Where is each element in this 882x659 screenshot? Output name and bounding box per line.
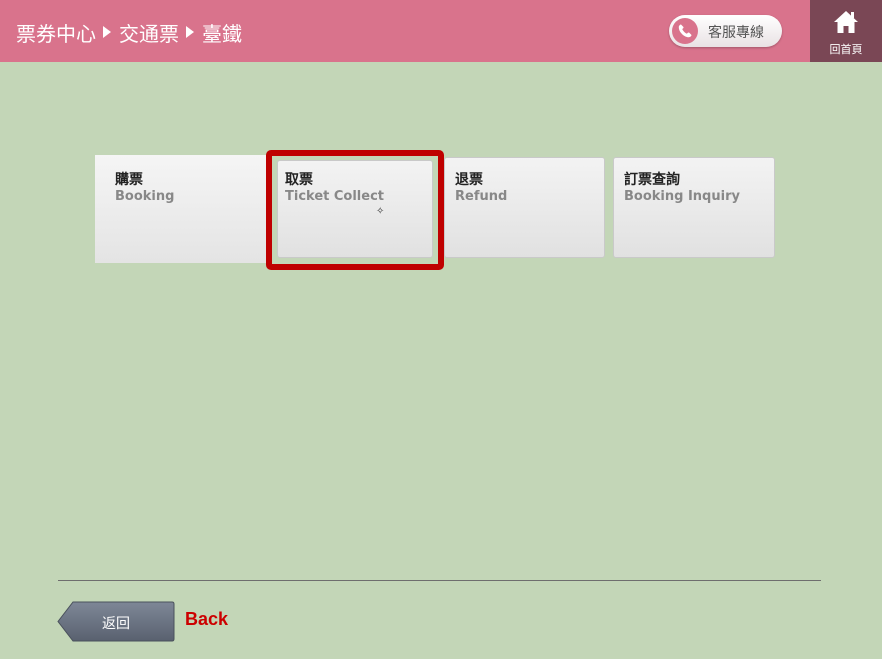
ticket-collect-subtitle: Ticket Collect xyxy=(285,189,385,204)
breadcrumb-item-transport-tickets[interactable]: 交通票 xyxy=(119,18,179,47)
cursor-icon: ✧ xyxy=(376,206,385,217)
booking-subtitle: Booking xyxy=(115,189,175,204)
booking-tile[interactable]: 購票 Booking xyxy=(95,155,266,263)
breadcrumb-item-tra: 臺鐵 xyxy=(202,21,242,46)
customer-service-label: 客服專線 xyxy=(708,25,764,41)
breadcrumb: 票券中心 交通票 臺鐵 xyxy=(16,17,242,47)
refund-title: 退票 xyxy=(455,172,483,188)
booking-inquiry-title: 訂票查詢 xyxy=(624,172,680,188)
footer-divider xyxy=(58,580,821,581)
back-button-label: 返回 xyxy=(102,616,130,632)
triangle-right-icon xyxy=(186,26,194,38)
back-annotation: Back xyxy=(185,609,229,629)
back-button[interactable]: 返回 xyxy=(57,601,175,642)
breadcrumb-item-ticket-center[interactable]: 票券中心 xyxy=(16,18,96,47)
ticket-collect-tile[interactable]: 取票 Ticket Collect xyxy=(277,160,433,258)
ticket-collect-title: 取票 xyxy=(285,172,313,188)
home-label: 回首頁 xyxy=(829,43,863,56)
home-icon xyxy=(833,9,859,39)
booking-title: 購票 xyxy=(115,172,143,188)
home-button[interactable]: 回首頁 xyxy=(810,0,882,62)
refund-subtitle: Refund xyxy=(455,189,508,204)
booking-inquiry-subtitle: Booking Inquiry xyxy=(624,189,740,204)
refund-tile[interactable]: 退票 Refund xyxy=(444,157,605,258)
header-bar: 票券中心 交通票 臺鐵 客服專線 回首頁 xyxy=(0,0,882,62)
booking-inquiry-tile[interactable]: 訂票查詢 Booking Inquiry xyxy=(613,157,775,258)
triangle-right-icon xyxy=(103,26,111,38)
customer-service-button[interactable]: 客服專線 xyxy=(669,15,782,47)
phone-icon xyxy=(672,18,698,44)
